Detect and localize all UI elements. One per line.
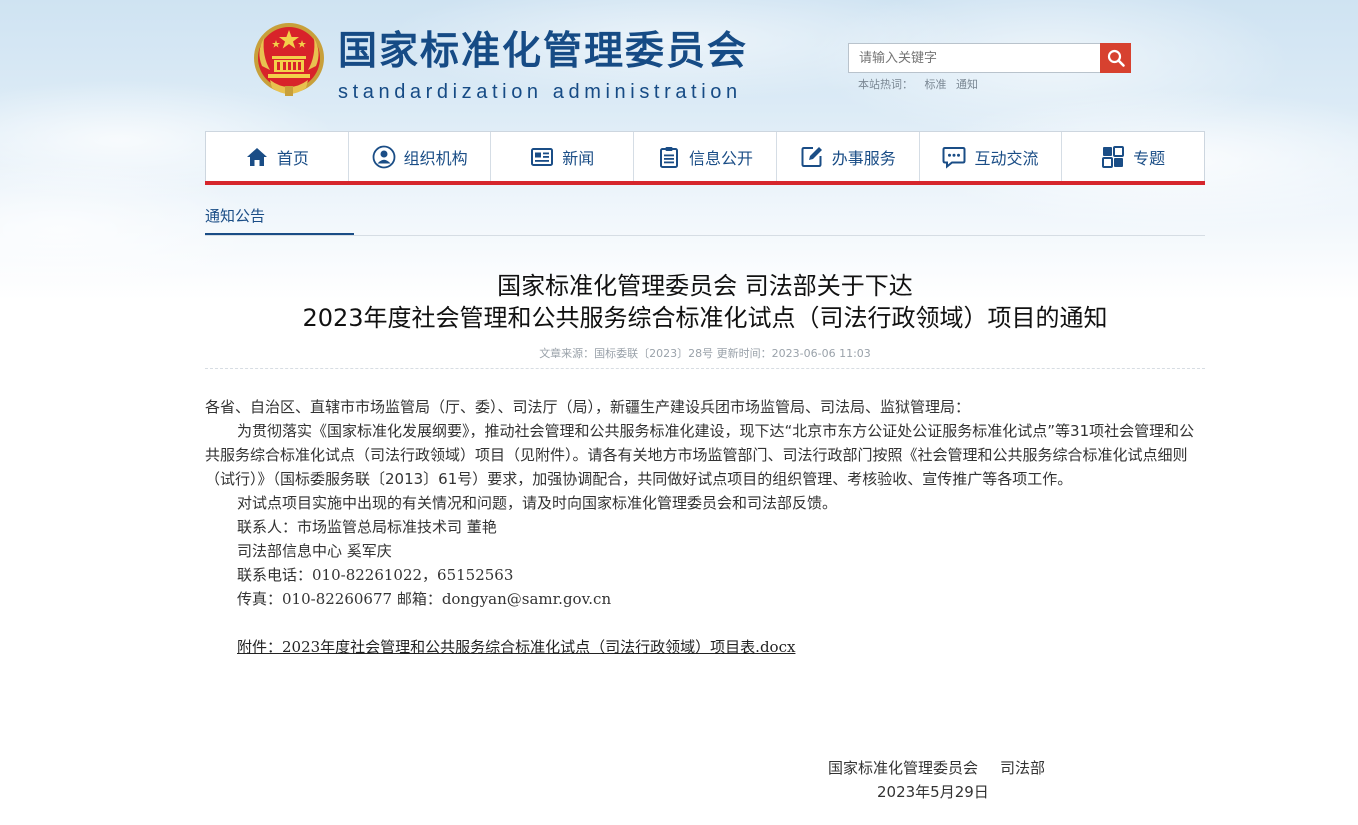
contact-fax-email: 传真：010-82260677 邮箱：dongyan@samr.gov.cn: [237, 590, 612, 608]
edit-icon: [801, 146, 822, 167]
article-meta: 文章来源：国标委联〔2023〕28号 更新时间：2023-06-06 11:03: [539, 347, 871, 360]
nav-item-home[interactable]: 首页: [206, 132, 349, 181]
paragraph: 对试点项目实施中出现的有关情况和问题，请及时向国家标准化管理委员会和司法部反馈。: [237, 494, 838, 512]
contact-phone: 联系电话：010-82261022，65152563: [237, 566, 514, 584]
salutation: 各省、自治区、直辖市市场监管局（厅、委）、司法厅（局），新疆生产建设兵团市场监管…: [205, 398, 971, 416]
search-button[interactable]: [1100, 43, 1131, 73]
nav-underline: [205, 181, 1205, 185]
nav-item-organization[interactable]: 组织机构: [349, 132, 492, 181]
chat-icon: [942, 146, 966, 169]
nav-item-label: 新闻: [562, 148, 595, 168]
main-nav: 首页 组织机构 新闻 信息公开 办事服务 互动交流 专题: [205, 131, 1205, 181]
nav-item-label: 首页: [276, 148, 309, 168]
signature-org: 国家标准化管理委员会: [828, 759, 979, 777]
section-tab-notices[interactable]: 通知公告: [205, 205, 354, 235]
clipboard-icon: [660, 146, 678, 168]
paragraph: 为贯彻落实《国家标准化发展纲要》，推动社会管理和公共服务标准化建设，现下达“北京…: [205, 422, 1195, 488]
user-icon: [372, 145, 395, 168]
nav-item-services[interactable]: 办事服务: [777, 132, 920, 181]
article-title-line2: 2023年度社会管理和公共服务综合标准化试点（司法行政领域）项目的通知: [302, 304, 1108, 332]
national-emblem-icon: [254, 23, 324, 96]
nav-item-label: 办事服务: [831, 148, 896, 168]
nav-item-topics[interactable]: 专题: [1062, 132, 1204, 181]
article-title-line1: 国家标准化管理委员会 司法部关于下达: [497, 272, 913, 300]
article-body: 各省、自治区、直辖市市场监管局（厅、委）、司法厅（局），新疆生产建设兵团市场监管…: [205, 395, 1200, 659]
article-title: 国家标准化管理委员会 司法部关于下达 2023年度社会管理和公共服务综合标准化试…: [205, 270, 1205, 334]
site-title-cn: 国家标准化管理委员会: [338, 29, 749, 74]
hot-word-link[interactable]: 标准: [925, 78, 947, 91]
signature-org: 司法部: [1000, 759, 1046, 777]
nav-item-info-disclosure[interactable]: 信息公开: [634, 132, 777, 181]
search-box: [848, 43, 1131, 73]
hot-word-link[interactable]: 通知: [956, 78, 978, 91]
search-icon: [1107, 49, 1125, 67]
contact-person: 联系人：市场监管总局标准技术司 董艳: [237, 518, 497, 536]
site-title-en: standardization administration: [338, 81, 742, 103]
home-icon: [246, 147, 267, 166]
contact-person: 司法部信息中心 奚军庆: [237, 542, 392, 560]
nav-item-label: 组织机构: [403, 148, 468, 168]
nav-item-label: 专题: [1133, 148, 1166, 168]
nav-item-label: 互动交流: [974, 148, 1039, 168]
site-logo[interactable]: 国家标准化管理委员会 standardization administratio…: [252, 22, 748, 104]
signature-date: 2023年5月29日: [877, 783, 989, 801]
attachment-link[interactable]: 附件：2023年度社会管理和公共服务综合标准化试点（司法行政领域）项目表.doc…: [237, 638, 795, 656]
news-icon: [531, 147, 554, 166]
nav-item-label: 信息公开: [689, 148, 754, 168]
search-input[interactable]: [848, 43, 1100, 73]
hot-words: 本站热词： 标准 通知: [858, 76, 984, 92]
topics-icon: [1102, 145, 1125, 168]
section-divider: [205, 235, 1205, 236]
nav-item-interaction[interactable]: 互动交流: [920, 132, 1063, 181]
signature-orgs: 国家标准化管理委员会 司法部: [828, 756, 1045, 780]
meta-divider: [205, 368, 1205, 369]
hot-words-label: 本站热词：: [858, 78, 913, 91]
nav-item-news[interactable]: 新闻: [491, 132, 635, 181]
